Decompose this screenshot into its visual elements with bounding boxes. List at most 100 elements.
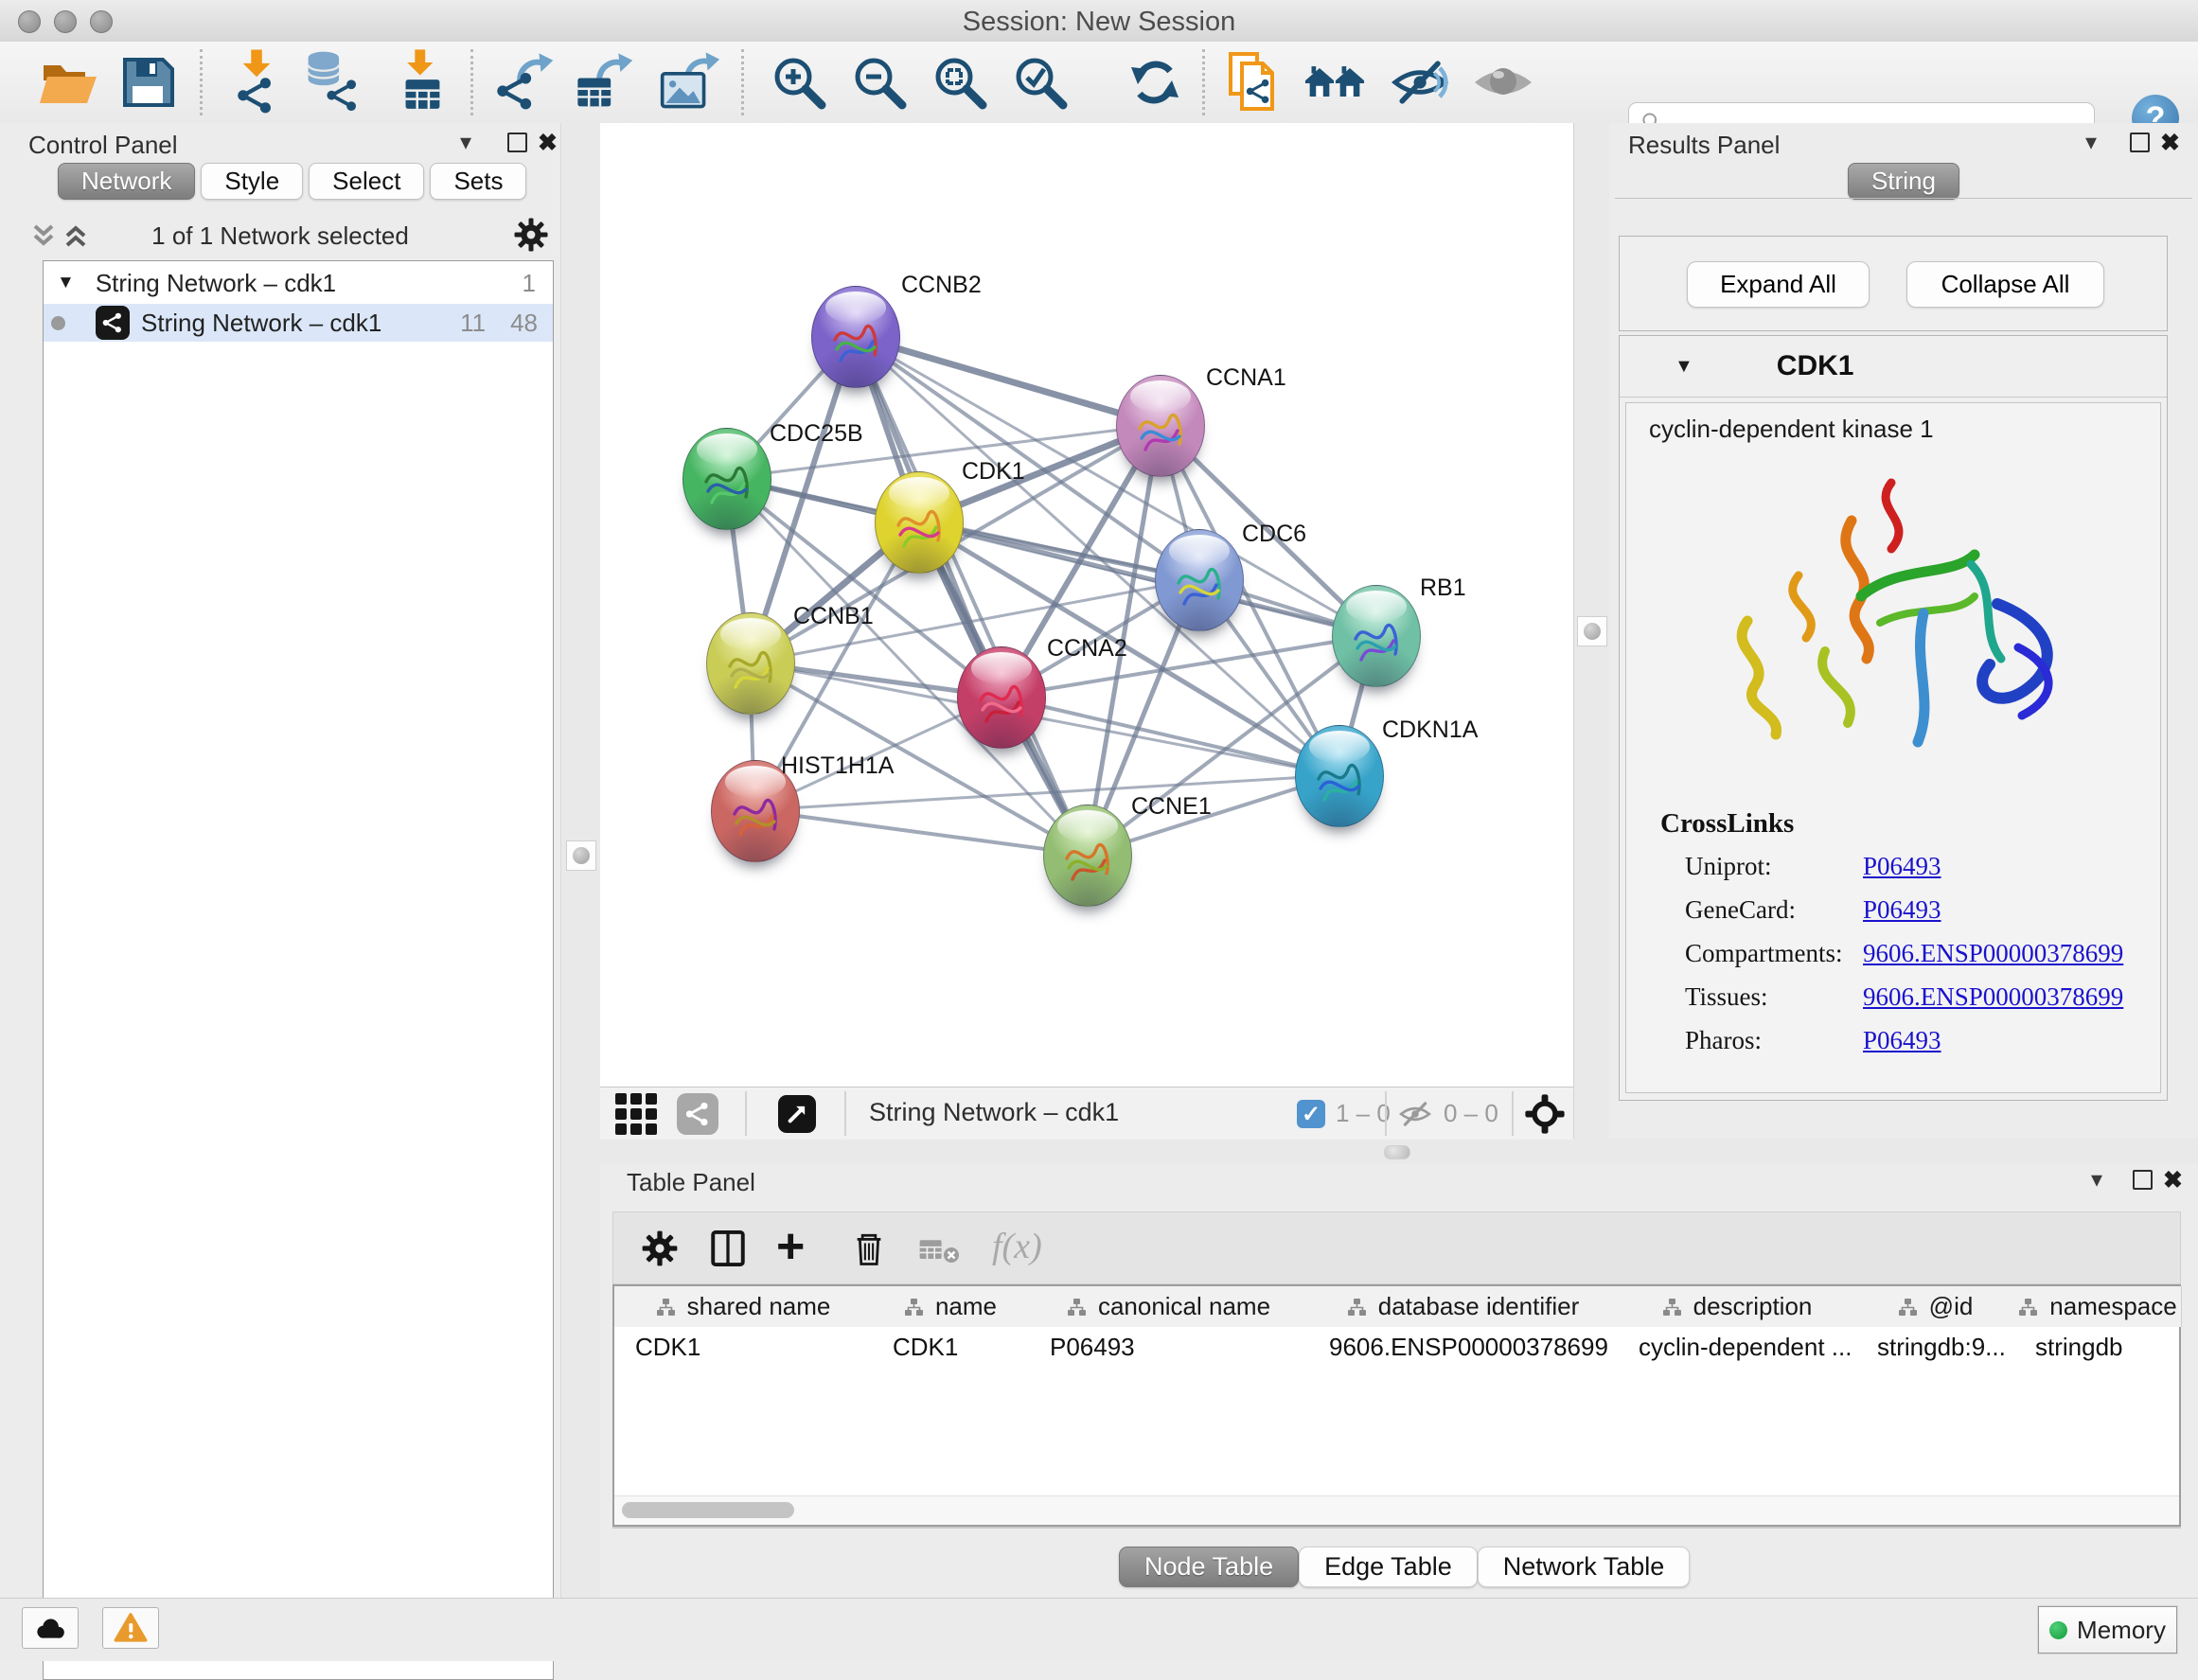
grid-view-icon[interactable] — [615, 1093, 657, 1140]
expand-all-button[interactable]: Expand All — [1687, 261, 1870, 308]
export-image-icon[interactable] — [659, 52, 719, 113]
import-table-file-icon[interactable] — [390, 52, 451, 113]
node-label-cdc25b: CDC25B — [770, 420, 863, 448]
cell-namespace[interactable]: stringdb — [2014, 1327, 2181, 1367]
hide-selected-icon[interactable] — [1391, 52, 1452, 113]
warnings-button[interactable] — [102, 1607, 159, 1649]
collapse-all-button[interactable]: Collapse All — [1906, 261, 2104, 308]
tab-network[interactable]: Network — [58, 163, 195, 200]
collection-expand-icon[interactable]: ▼ — [57, 273, 75, 293]
tab-string[interactable]: String — [1848, 163, 1959, 200]
network-canvas[interactable]: CCNB2CCNA1CDC25BCDK1CDC6RB1CCNB1CCNA2CDK… — [600, 123, 1573, 1087]
tab-sets[interactable]: Sets — [430, 163, 526, 200]
show-all-icon[interactable] — [1473, 52, 1533, 113]
panel-float-icon[interactable] — [507, 133, 527, 152]
network-node-cdc6[interactable] — [1155, 529, 1244, 631]
add-column-icon[interactable]: + — [776, 1222, 805, 1271]
column-header-namespace[interactable]: namespace — [2014, 1286, 2182, 1327]
column-header-description[interactable]: description — [1618, 1286, 1857, 1327]
panel-close-icon[interactable]: ✖ — [2163, 1166, 2183, 1194]
network-collection-row[interactable]: ▼ String Network – cdk1 1 — [44, 264, 553, 302]
pan-crosshair-icon[interactable] — [1524, 1093, 1566, 1140]
table-h-scrollbar[interactable] — [614, 1495, 2179, 1525]
zoom-in-icon[interactable] — [769, 52, 829, 113]
memory-label: Memory — [2077, 1616, 2166, 1645]
function-builder-icon[interactable]: f(x) — [992, 1226, 1042, 1267]
network-home-icon[interactable] — [1304, 52, 1365, 113]
hidden-eye-icon[interactable] — [1398, 1098, 1432, 1135]
network-node-ccne1[interactable] — [1043, 805, 1132, 907]
import-network-file-icon[interactable] — [225, 52, 286, 113]
horizontal-splitter-handle[interactable] — [1384, 1145, 1410, 1159]
network-node-ccnb2[interactable] — [811, 286, 900, 388]
apply-layout-icon[interactable] — [1125, 52, 1185, 113]
panel-menu-caret-icon[interactable]: ▾ — [2085, 129, 2097, 156]
column-header-shared-name[interactable]: shared name — [614, 1286, 873, 1327]
selected-checkbox-icon[interactable]: ✓ — [1297, 1100, 1325, 1128]
column-header-database-identifier[interactable]: database identifier — [1308, 1286, 1619, 1327]
zoom-out-icon[interactable] — [849, 52, 910, 113]
tab-node-table[interactable]: Node Table — [1119, 1547, 1299, 1587]
network-node-cdk1[interactable] — [875, 471, 964, 574]
crosslink-link[interactable]: 9606.ENSP00000378699 — [1863, 939, 2123, 967]
expand-collapse-box: Expand All Collapse All — [1619, 236, 2168, 331]
network-row-selected[interactable]: String Network – cdk1 11 48 — [44, 304, 553, 342]
table-settings-gear-icon[interactable] — [640, 1229, 680, 1273]
panel-close-icon[interactable]: ✖ — [538, 129, 558, 157]
network-node-cdc25b[interactable] — [682, 428, 771, 530]
network-node-rb1[interactable] — [1332, 585, 1421, 687]
network-node-ccna2[interactable] — [957, 646, 1046, 749]
panel-float-icon[interactable] — [2130, 133, 2150, 152]
cell-description[interactable]: cyclin-dependent ... — [1618, 1327, 1856, 1367]
network-options-gear-icon[interactable] — [512, 216, 550, 258]
network-view-share-icon[interactable] — [677, 1093, 718, 1135]
crosslink-link[interactable]: P06493 — [1863, 852, 1941, 880]
collapse-section-icon[interactable]: ▼ — [1675, 356, 1693, 378]
crosslink-link[interactable]: P06493 — [1863, 895, 1941, 924]
network-node-ccna1[interactable] — [1116, 375, 1205, 477]
panel-close-icon[interactable]: ✖ — [2160, 129, 2180, 157]
left-splitter-handle[interactable] — [566, 840, 596, 871]
cell-shared-name[interactable]: CDK1 — [614, 1327, 872, 1367]
export-table-icon[interactable] — [574, 52, 634, 113]
right-splitter[interactable] — [1573, 123, 1611, 1139]
cell-name[interactable]: CDK1 — [872, 1327, 1029, 1367]
export-network-icon[interactable] — [496, 52, 557, 113]
node-label-ccnb2: CCNB2 — [901, 272, 982, 299]
tab-edge-table[interactable]: Edge Table — [1299, 1547, 1478, 1587]
network-node-cdkn1a[interactable] — [1295, 725, 1384, 827]
import-network-database-icon[interactable] — [301, 52, 362, 113]
horizontal-splitter[interactable] — [600, 1139, 2198, 1163]
tab-network-table[interactable]: Network Table — [1478, 1547, 1691, 1587]
delete-column-icon[interactable] — [848, 1228, 890, 1274]
panel-float-icon[interactable] — [2133, 1170, 2153, 1190]
tab-select[interactable]: Select — [309, 163, 424, 200]
tab-style[interactable]: Style — [201, 163, 303, 200]
window-title: Session: New Session — [0, 7, 2198, 38]
memory-button[interactable]: Memory — [2038, 1606, 2177, 1653]
zoom-selected-icon[interactable] — [1010, 52, 1071, 113]
panel-menu-caret-icon[interactable]: ▾ — [2091, 1166, 2102, 1194]
right-splitter-handle[interactable] — [1577, 616, 1607, 646]
delete-table-icon[interactable] — [918, 1237, 962, 1270]
column-header--id[interactable]: @id — [1856, 1286, 2015, 1327]
crosslink-link[interactable]: 9606.ENSP00000378699 — [1863, 982, 2123, 1011]
network-node-ccnb1[interactable] — [706, 612, 795, 715]
share-document-icon[interactable] — [1223, 52, 1284, 113]
panel-menu-caret-icon[interactable]: ▾ — [460, 129, 471, 156]
show-columns-icon[interactable] — [708, 1229, 748, 1273]
cloud-status-button[interactable] — [22, 1607, 79, 1649]
cell-canonical-name[interactable]: P06493 — [1029, 1327, 1308, 1367]
gene-section-header[interactable]: ▼ CDK1 — [1620, 336, 2167, 398]
column-header-name[interactable]: name — [872, 1286, 1030, 1327]
save-session-icon[interactable] — [117, 52, 178, 113]
open-file-icon[interactable] — [38, 52, 98, 113]
zoom-fit-icon[interactable] — [930, 52, 990, 113]
crosslink-link[interactable]: P06493 — [1863, 1026, 1941, 1054]
left-splitter[interactable] — [560, 123, 602, 1598]
column-header-canonical-name[interactable]: canonical name — [1029, 1286, 1309, 1327]
cell-database-identifier[interactable]: 9606.ENSP00000378699 — [1308, 1327, 1618, 1367]
birdseye-view-icon[interactable] — [778, 1095, 816, 1133]
scrollbar-thumb[interactable] — [622, 1502, 794, 1518]
cell--id[interactable]: stringdb:9... — [1856, 1327, 2014, 1367]
